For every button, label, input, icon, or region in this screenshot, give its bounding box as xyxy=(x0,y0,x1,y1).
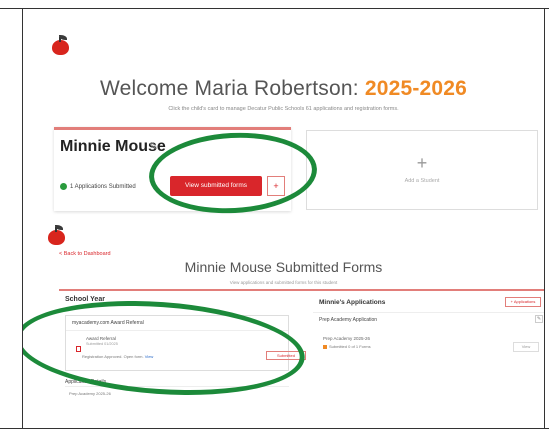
check-circle-icon xyxy=(60,183,67,190)
status-dot-icon xyxy=(323,344,327,349)
content-area: Welcome Maria Robertson: 2025-2026 Click… xyxy=(23,9,544,428)
pencil-icon[interactable]: ✎ xyxy=(535,315,543,323)
add-student-card[interactable]: + Add a Student xyxy=(306,130,538,210)
document-icon xyxy=(76,346,81,352)
dashboard-subtitle: Click the child's card to manage Decatur… xyxy=(168,106,399,112)
apple-logo-icon[interactable] xyxy=(50,35,72,55)
screenshot-frame: Welcome Maria Robertson: 2025-2026 Click… xyxy=(0,0,549,433)
panel-heading: School Year xyxy=(65,296,105,303)
form-card: myacademy.com Award Referral Award Refer… xyxy=(65,315,306,371)
form-note: Registration Approved. Open form. View xyxy=(82,354,154,359)
status-badge[interactable]: Submitted xyxy=(266,351,306,360)
plus-icon: + xyxy=(416,153,428,173)
list-item: Prep Academy 2025-26 xyxy=(69,391,111,396)
frame-right-border xyxy=(544,8,545,429)
panel-heading: Minnie's Applications xyxy=(319,299,386,306)
divider xyxy=(313,312,544,313)
welcome-heading: Welcome Maria Robertson: 2025-2026 xyxy=(23,77,544,101)
back-to-dashboard-link[interactable]: < Back to Dashboard xyxy=(59,251,111,257)
pencil-icon[interactable]: ✎ xyxy=(149,140,158,153)
application-status: Submitted 0 of 1 Forms xyxy=(323,344,371,349)
divider xyxy=(65,386,289,387)
view-form-link[interactable]: View xyxy=(145,354,154,359)
add-student-label: Add a Student xyxy=(404,178,440,184)
view-button[interactable]: View xyxy=(513,342,539,352)
page-subtitle: View applications and submitted forms fo… xyxy=(229,280,338,285)
application-name: Prep Academy Application xyxy=(319,317,378,323)
divider xyxy=(59,289,544,291)
applications-panel: Minnie's Applications + Applications Pre… xyxy=(313,293,544,383)
view-submitted-forms-button[interactable]: View submitted forms xyxy=(170,176,262,196)
form-card-title: myacademy.com Award Referral xyxy=(72,320,144,326)
form-date: Submitted 01/2025 xyxy=(86,342,118,346)
add-application-button[interactable]: + xyxy=(267,176,285,196)
section-heading: Application Details xyxy=(65,379,107,385)
frame-bottom-border xyxy=(0,428,549,429)
school-year: 2025-2026 xyxy=(364,77,468,100)
form-name: Award Referral xyxy=(86,336,116,341)
welcome-text: Welcome Maria Robertson: xyxy=(99,77,359,100)
add-applications-button[interactable]: + Applications xyxy=(505,297,541,307)
page-title: Minnie Mouse Submitted Forms xyxy=(184,259,383,275)
applications-submitted-status: 1 Applications Submitted xyxy=(60,183,136,190)
school-year-panel: School Year myacademy.com Award Referral… xyxy=(59,293,306,401)
list-item: Prep Academy 2025-26 xyxy=(323,336,371,341)
student-card[interactable]: Minnie Mouse ✎ 1 Applications Submitted … xyxy=(54,127,291,211)
divider xyxy=(66,330,288,331)
apple-logo-icon[interactable] xyxy=(46,225,68,245)
